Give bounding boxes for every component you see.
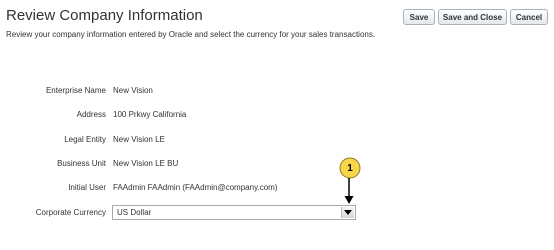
save-button[interactable]: Save [403, 9, 435, 25]
corporate-currency-value: US Dollar [117, 208, 152, 217]
dropdown-button[interactable] [341, 207, 354, 218]
business-unit-value: New Vision LE BU [113, 159, 179, 168]
legal-entity-value: New Vision LE [113, 135, 165, 144]
legal-entity-row: Legal Entity New Vision LE [0, 134, 554, 146]
address-row: Address 100 Prkwy California [0, 109, 554, 121]
enterprise-name-row: Enterprise Name New Vision [0, 85, 554, 97]
enterprise-name-label: Enterprise Name [45, 86, 106, 95]
business-unit-label: Business Unit [57, 159, 106, 168]
business-unit-row: Business Unit New Vision LE BU [0, 158, 554, 170]
initial-user-label: Initial User [68, 183, 106, 192]
save-and-close-button[interactable]: Save and Close [438, 9, 507, 25]
initial-user-row: Initial User FAAdmin FAAdmin (FAAdmin@co… [0, 182, 554, 194]
cancel-button[interactable]: Cancel [510, 9, 548, 25]
callout-number: 1 [347, 162, 353, 174]
callout-badge: 1 [339, 157, 361, 179]
corporate-currency-label: Corporate Currency [35, 208, 106, 217]
triangle-down-icon [344, 210, 352, 215]
arrow-down-icon [344, 178, 354, 204]
page-title: Review Company Information [6, 7, 203, 24]
initial-user-value: FAAdmin FAAdmin (FAAdmin@company.com) [113, 183, 278, 192]
page-subtitle: Review your company information entered … [6, 30, 376, 39]
address-value: 100 Prkwy California [113, 110, 187, 119]
legal-entity-label: Legal Entity [64, 135, 106, 144]
address-label: Address [76, 110, 106, 119]
enterprise-name-value: New Vision [113, 86, 153, 95]
corporate-currency-select[interactable]: US Dollar [112, 205, 356, 220]
